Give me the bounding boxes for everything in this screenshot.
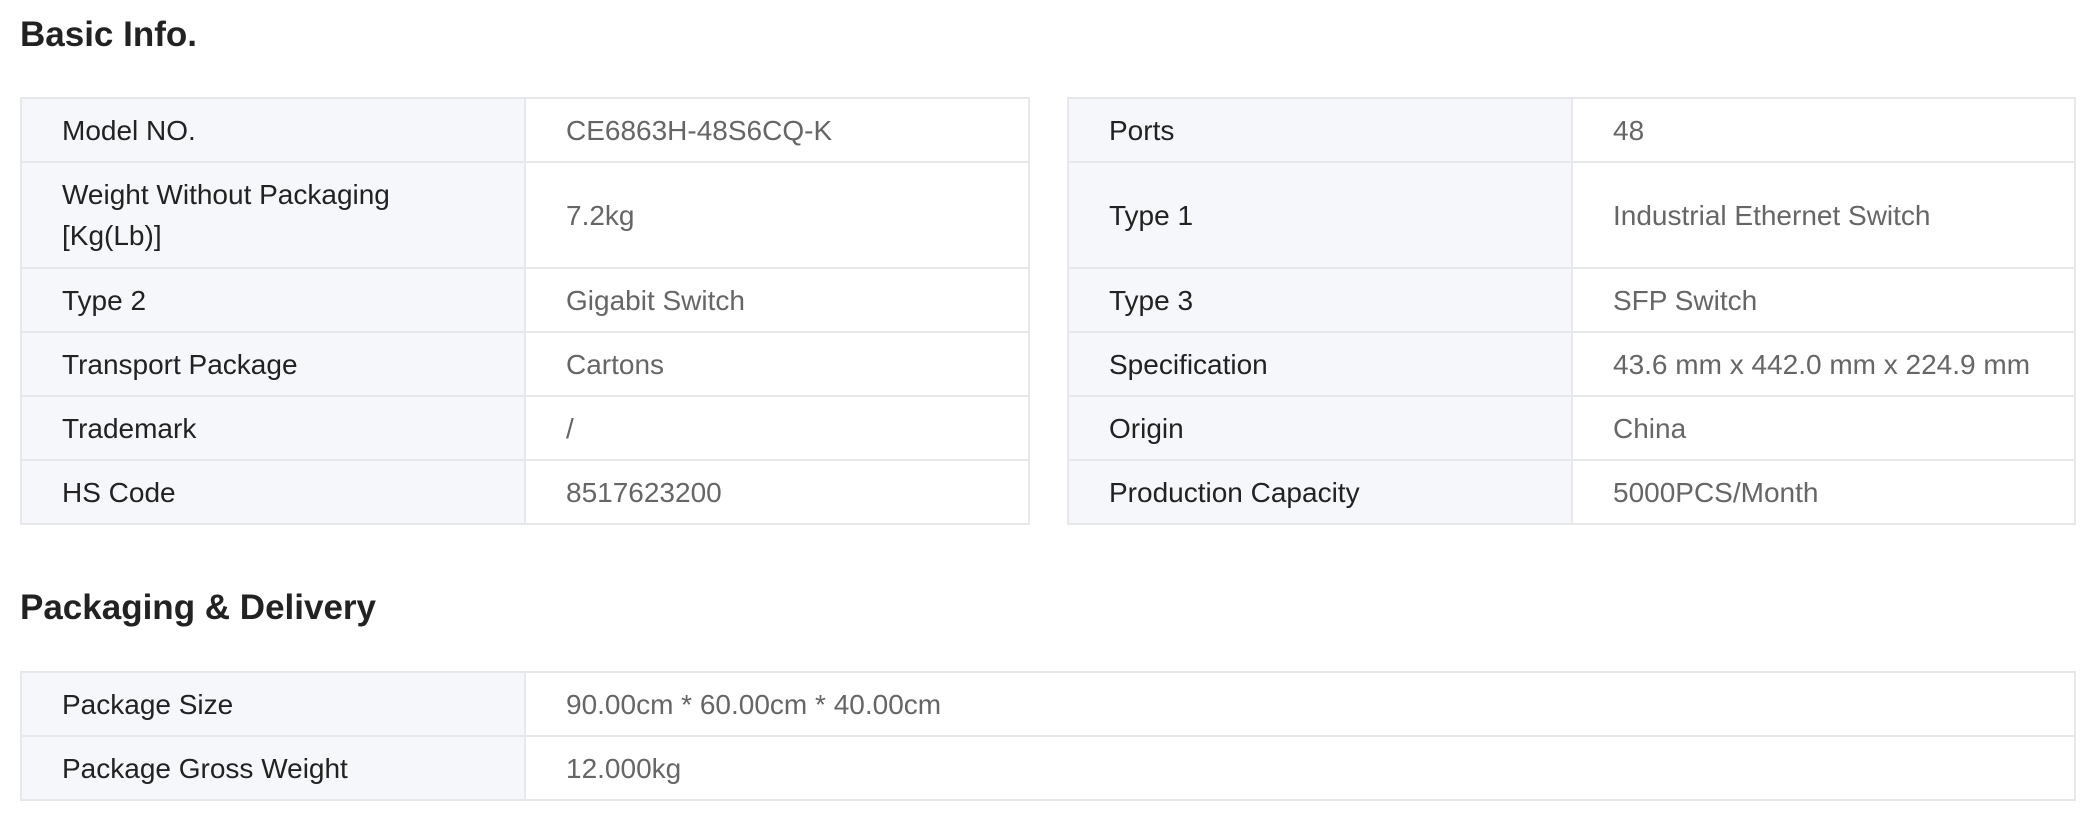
spec-label-type-3: Type 3 xyxy=(1067,267,1573,333)
table-row: Type 1 Industrial Ethernet Switch xyxy=(1067,161,2076,269)
spec-label-hs-code: HS Code xyxy=(20,459,526,525)
spec-value-transport-package: Cartons xyxy=(524,331,1030,397)
spec-value-type-2: Gigabit Switch xyxy=(524,267,1030,333)
spec-label-origin: Origin xyxy=(1067,395,1573,461)
spec-value-production-capacity: 5000PCS/Month xyxy=(1571,459,2076,525)
packaging-table: Package Size 90.00cm * 60.00cm * 40.00cm… xyxy=(20,671,2076,801)
table-row: Package Gross Weight 12.000kg xyxy=(20,735,2076,801)
spec-value-ports: 48 xyxy=(1571,97,2076,163)
table-row: Production Capacity 5000PCS/Month xyxy=(1067,459,2076,525)
spec-label-type-1: Type 1 xyxy=(1067,161,1573,269)
table-row: Package Size 90.00cm * 60.00cm * 40.00cm xyxy=(20,671,2076,737)
spec-label-type-2: Type 2 xyxy=(20,267,526,333)
spec-label-transport-package: Transport Package xyxy=(20,331,526,397)
spec-label-production-capacity: Production Capacity xyxy=(1067,459,1573,525)
spec-value-origin: China xyxy=(1571,395,2076,461)
table-row: Specification 43.6 mm x 442.0 mm x 224.9… xyxy=(1067,331,2076,397)
spec-label-trademark: Trademark xyxy=(20,395,526,461)
table-row: Type 2 Gigabit Switch xyxy=(20,267,1030,333)
spec-value-package-size: 90.00cm * 60.00cm * 40.00cm xyxy=(524,671,2076,737)
spec-value-trademark: / xyxy=(524,395,1030,461)
table-row: Ports 48 xyxy=(1067,97,2076,163)
basic-info-right-table: Ports 48 Type 1 Industrial Ethernet Swit… xyxy=(1067,97,2076,525)
spec-label-model: Model NO. xyxy=(20,97,526,163)
table-row: Weight Without Packaging [Kg(Lb)] 7.2kg xyxy=(20,161,1030,269)
spec-value-model: CE6863H-48S6CQ-K xyxy=(524,97,1030,163)
spec-value-type-1: Industrial Ethernet Switch xyxy=(1571,161,2076,269)
spec-value-package-gross-weight: 12.000kg xyxy=(524,735,2076,801)
spec-label-package-size: Package Size xyxy=(20,671,526,737)
table-row: Transport Package Cartons xyxy=(20,331,1030,397)
table-row: Origin China xyxy=(1067,395,2076,461)
spec-label-ports: Ports xyxy=(1067,97,1573,163)
spec-value-type-3: SFP Switch xyxy=(1571,267,2076,333)
basic-info-title: Basic Info. xyxy=(20,15,197,54)
packaging-delivery-title: Packaging & Delivery xyxy=(20,588,376,627)
table-row: HS Code 8517623200 xyxy=(20,459,1030,525)
spec-label-specification: Specification xyxy=(1067,331,1573,397)
spec-label-package-gross-weight: Package Gross Weight xyxy=(20,735,526,801)
table-row: Model NO. CE6863H-48S6CQ-K xyxy=(20,97,1030,163)
spec-value-hs-code: 8517623200 xyxy=(524,459,1030,525)
spec-value-weight: 7.2kg xyxy=(524,161,1030,269)
table-row: Trademark / xyxy=(20,395,1030,461)
spec-label-weight: Weight Without Packaging [Kg(Lb)] xyxy=(20,161,526,269)
basic-info-left-table: Model NO. CE6863H-48S6CQ-K Weight Withou… xyxy=(20,97,1030,525)
table-row: Type 3 SFP Switch xyxy=(1067,267,2076,333)
spec-value-specification: 43.6 mm x 442.0 mm x 224.9 mm xyxy=(1571,331,2076,397)
